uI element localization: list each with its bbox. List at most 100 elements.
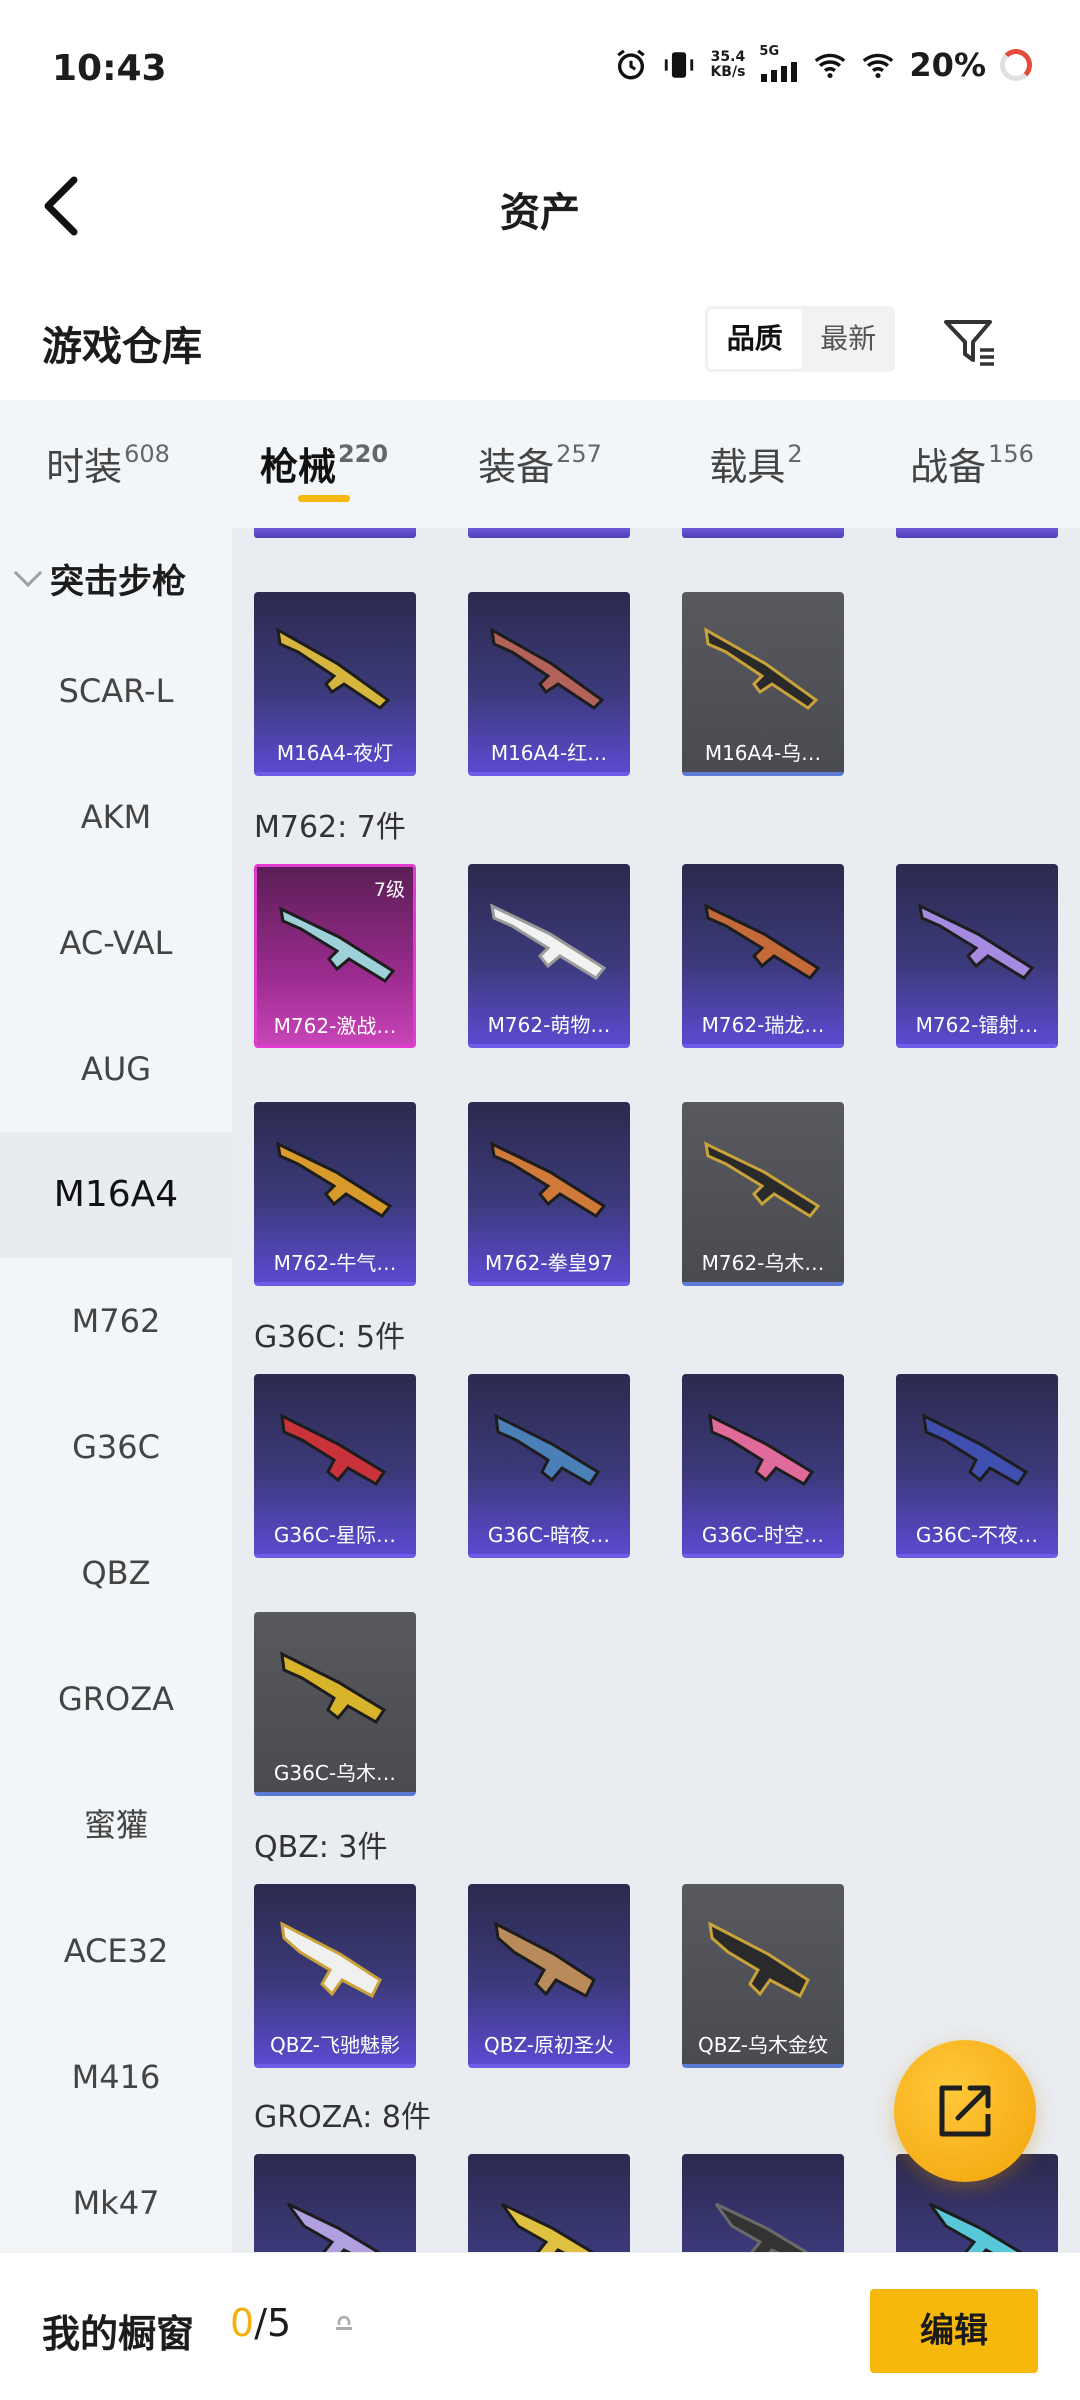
skin-name: M762-乌木… xyxy=(701,1251,825,1275)
sidebar-item-m416[interactable]: M416 xyxy=(0,2014,232,2140)
skin-card[interactable]: M16A4-夜灯 xyxy=(254,592,416,776)
skin-card[interactable] xyxy=(468,2154,630,2252)
sidebar-item-honey-badger[interactable]: 蜜獾 xyxy=(0,1762,232,1888)
skin-name: M762-激战… xyxy=(273,1014,397,1038)
skin-card[interactable]: M762-萌物… xyxy=(468,864,630,1048)
skin-card[interactable]: QBZ-飞驰魅影 xyxy=(254,1884,416,2068)
smg-icon xyxy=(922,1413,1029,1486)
showcase-bar: 我的橱窗 0/5 编辑 xyxy=(0,2252,1080,2400)
skin-card[interactable]: QBZ-原初圣火 xyxy=(468,1884,630,2068)
smg-icon xyxy=(494,1413,601,1486)
network-speed-unit: KB/s xyxy=(710,64,746,80)
sidebar-category-header[interactable]: 突击步枪 xyxy=(0,528,232,628)
group-title-groza: GROZA: 8件 xyxy=(254,2100,431,2135)
skin-name: G36C-星际… xyxy=(273,1523,397,1547)
skin-card[interactable]: M762-拳皇97 xyxy=(468,1102,630,1286)
skin-card[interactable]: G36C-星际… xyxy=(254,1374,416,1558)
sidebar-item-akm[interactable]: AKM xyxy=(0,754,232,880)
previous-row-edge xyxy=(232,528,1080,538)
rifle-icon xyxy=(286,2202,380,2252)
rifle-icon xyxy=(500,2202,594,2252)
sidebar-item-scar-l[interactable]: SCAR-L xyxy=(0,628,232,754)
skin-card[interactable]: 7级 M762-激战… xyxy=(254,864,416,1048)
wifi-icon-2 xyxy=(863,53,894,79)
tab-vehicles[interactable]: 载具2 xyxy=(648,400,864,528)
smg-icon xyxy=(280,1651,387,1724)
group-title-m762: M762: 7件 xyxy=(254,810,406,845)
sidebar-item-qbz[interactable]: QBZ xyxy=(0,1510,232,1636)
skin-card[interactable]: M762-镭射… xyxy=(896,864,1058,1048)
sidebar-item-groza[interactable]: GROZA xyxy=(0,1636,232,1762)
sort-quality-button[interactable]: 品质 xyxy=(708,309,802,369)
skin-card[interactable]: M16A4-红… xyxy=(468,592,630,776)
tab-fashion[interactable]: 时装608 xyxy=(0,400,216,528)
skin-name: M762-镭射… xyxy=(915,1013,1039,1037)
sidebar-item-ac-val[interactable]: AC-VAL xyxy=(0,880,232,1006)
sidebar-item-g36c[interactable]: G36C xyxy=(0,1384,232,1510)
skin-card[interactable]: M762-牛气… xyxy=(254,1102,416,1286)
card-edge xyxy=(254,528,416,538)
sort-toggle: 品质 最新 xyxy=(705,306,895,372)
tab-combat-gear[interactable]: 战备156 xyxy=(864,400,1080,528)
skin-card[interactable]: G36C-暗夜… xyxy=(468,1374,630,1558)
rifle-icon xyxy=(918,903,1035,980)
skin-card[interactable] xyxy=(682,2154,844,2252)
bullpup-rifle-icon xyxy=(708,1921,810,1999)
skin-name: M16A4-夜灯 xyxy=(276,741,394,765)
tab-weapons[interactable]: 枪械220 xyxy=(216,400,432,528)
category-tabs: 时装608 枪械220 装备257 载具2 战备156 xyxy=(0,400,1080,528)
skin-card[interactable]: G36C-乌木… xyxy=(254,1612,416,1796)
edit-button[interactable]: 编辑 xyxy=(870,2289,1038,2373)
rifle-icon xyxy=(704,627,819,710)
sidebar-category-label: 突击步枪 xyxy=(50,561,186,602)
sort-newest-button[interactable]: 最新 xyxy=(802,309,896,369)
card-edge xyxy=(468,528,630,538)
skin-name: M16A4-乌… xyxy=(704,741,822,765)
share-button[interactable] xyxy=(894,2040,1036,2182)
skin-name: QBZ-飞驰魅影 xyxy=(269,2033,401,2057)
warehouse-title: 游戏仓库 xyxy=(42,324,202,370)
skin-name: G36C-时空… xyxy=(701,1523,825,1547)
tab-count: 220 xyxy=(337,440,389,468)
tab-equipment[interactable]: 装备257 xyxy=(432,400,648,528)
filter-icon[interactable] xyxy=(940,312,1000,372)
vibrate-icon xyxy=(665,52,694,78)
skin-card[interactable]: M762-瑞龙… xyxy=(682,864,844,1048)
tab-count: 608 xyxy=(124,440,170,468)
tab-label: 载具 xyxy=(709,445,786,489)
skin-card[interactable]: M762-乌木… xyxy=(682,1102,844,1286)
status-icons: 35.4 KB/s 5G 20% xyxy=(614,44,1032,84)
skin-card[interactable]: G36C-时空… xyxy=(682,1374,844,1558)
skin-card[interactable]: M16A4-乌… xyxy=(682,592,844,776)
skin-name: QBZ-乌木金纹 xyxy=(697,2033,829,2057)
sidebar-item-m762[interactable]: M762 xyxy=(0,1258,232,1384)
skin-card[interactable] xyxy=(254,2154,416,2252)
status-bar: 10:43 35.4 KB/s 5G 20% xyxy=(0,0,1080,140)
skin-name: QBZ-原初圣火 xyxy=(483,2033,615,2057)
rifle-icon xyxy=(704,903,821,980)
battery-percent: 20% xyxy=(909,46,986,84)
warehouse-header: 游戏仓库 品质 最新 xyxy=(0,290,1080,390)
rifle-icon xyxy=(276,1141,393,1218)
tab-count: 156 xyxy=(988,440,1034,468)
rifle-icon xyxy=(279,906,396,983)
wifi-icon xyxy=(815,53,846,79)
sidebar-item-mk47[interactable]: Mk47 xyxy=(0,2140,232,2252)
skin-card[interactable]: QBZ-乌木金纹 xyxy=(682,1884,844,2068)
weapon-skin-grid: M16A4-夜灯 M16A4-红… M16A4-乌… M762: 7件 7级 M7… xyxy=(232,528,1080,2252)
sidebar-item-aug[interactable]: AUG xyxy=(0,1006,232,1132)
sidebar-item-m16a4[interactable]: M16A4 xyxy=(0,1132,232,1258)
bullpup-rifle-icon xyxy=(494,1921,596,1999)
card-edge xyxy=(896,528,1058,538)
tab-count: 257 xyxy=(556,440,602,468)
rifle-icon xyxy=(276,627,391,710)
skin-name: M762-瑞龙… xyxy=(701,1013,825,1037)
skin-name: G36C-暗夜… xyxy=(487,1523,611,1547)
skin-card[interactable]: G36C-不夜… xyxy=(896,1374,1058,1558)
skin-name: M16A4-红… xyxy=(490,741,608,765)
showcase-count-current: 0 xyxy=(230,2301,255,2345)
network-type-label: 5G xyxy=(759,44,780,59)
smg-icon xyxy=(708,1413,815,1486)
sidebar-item-ace32[interactable]: ACE32 xyxy=(0,1888,232,2014)
tab-label: 装备 xyxy=(478,445,555,489)
